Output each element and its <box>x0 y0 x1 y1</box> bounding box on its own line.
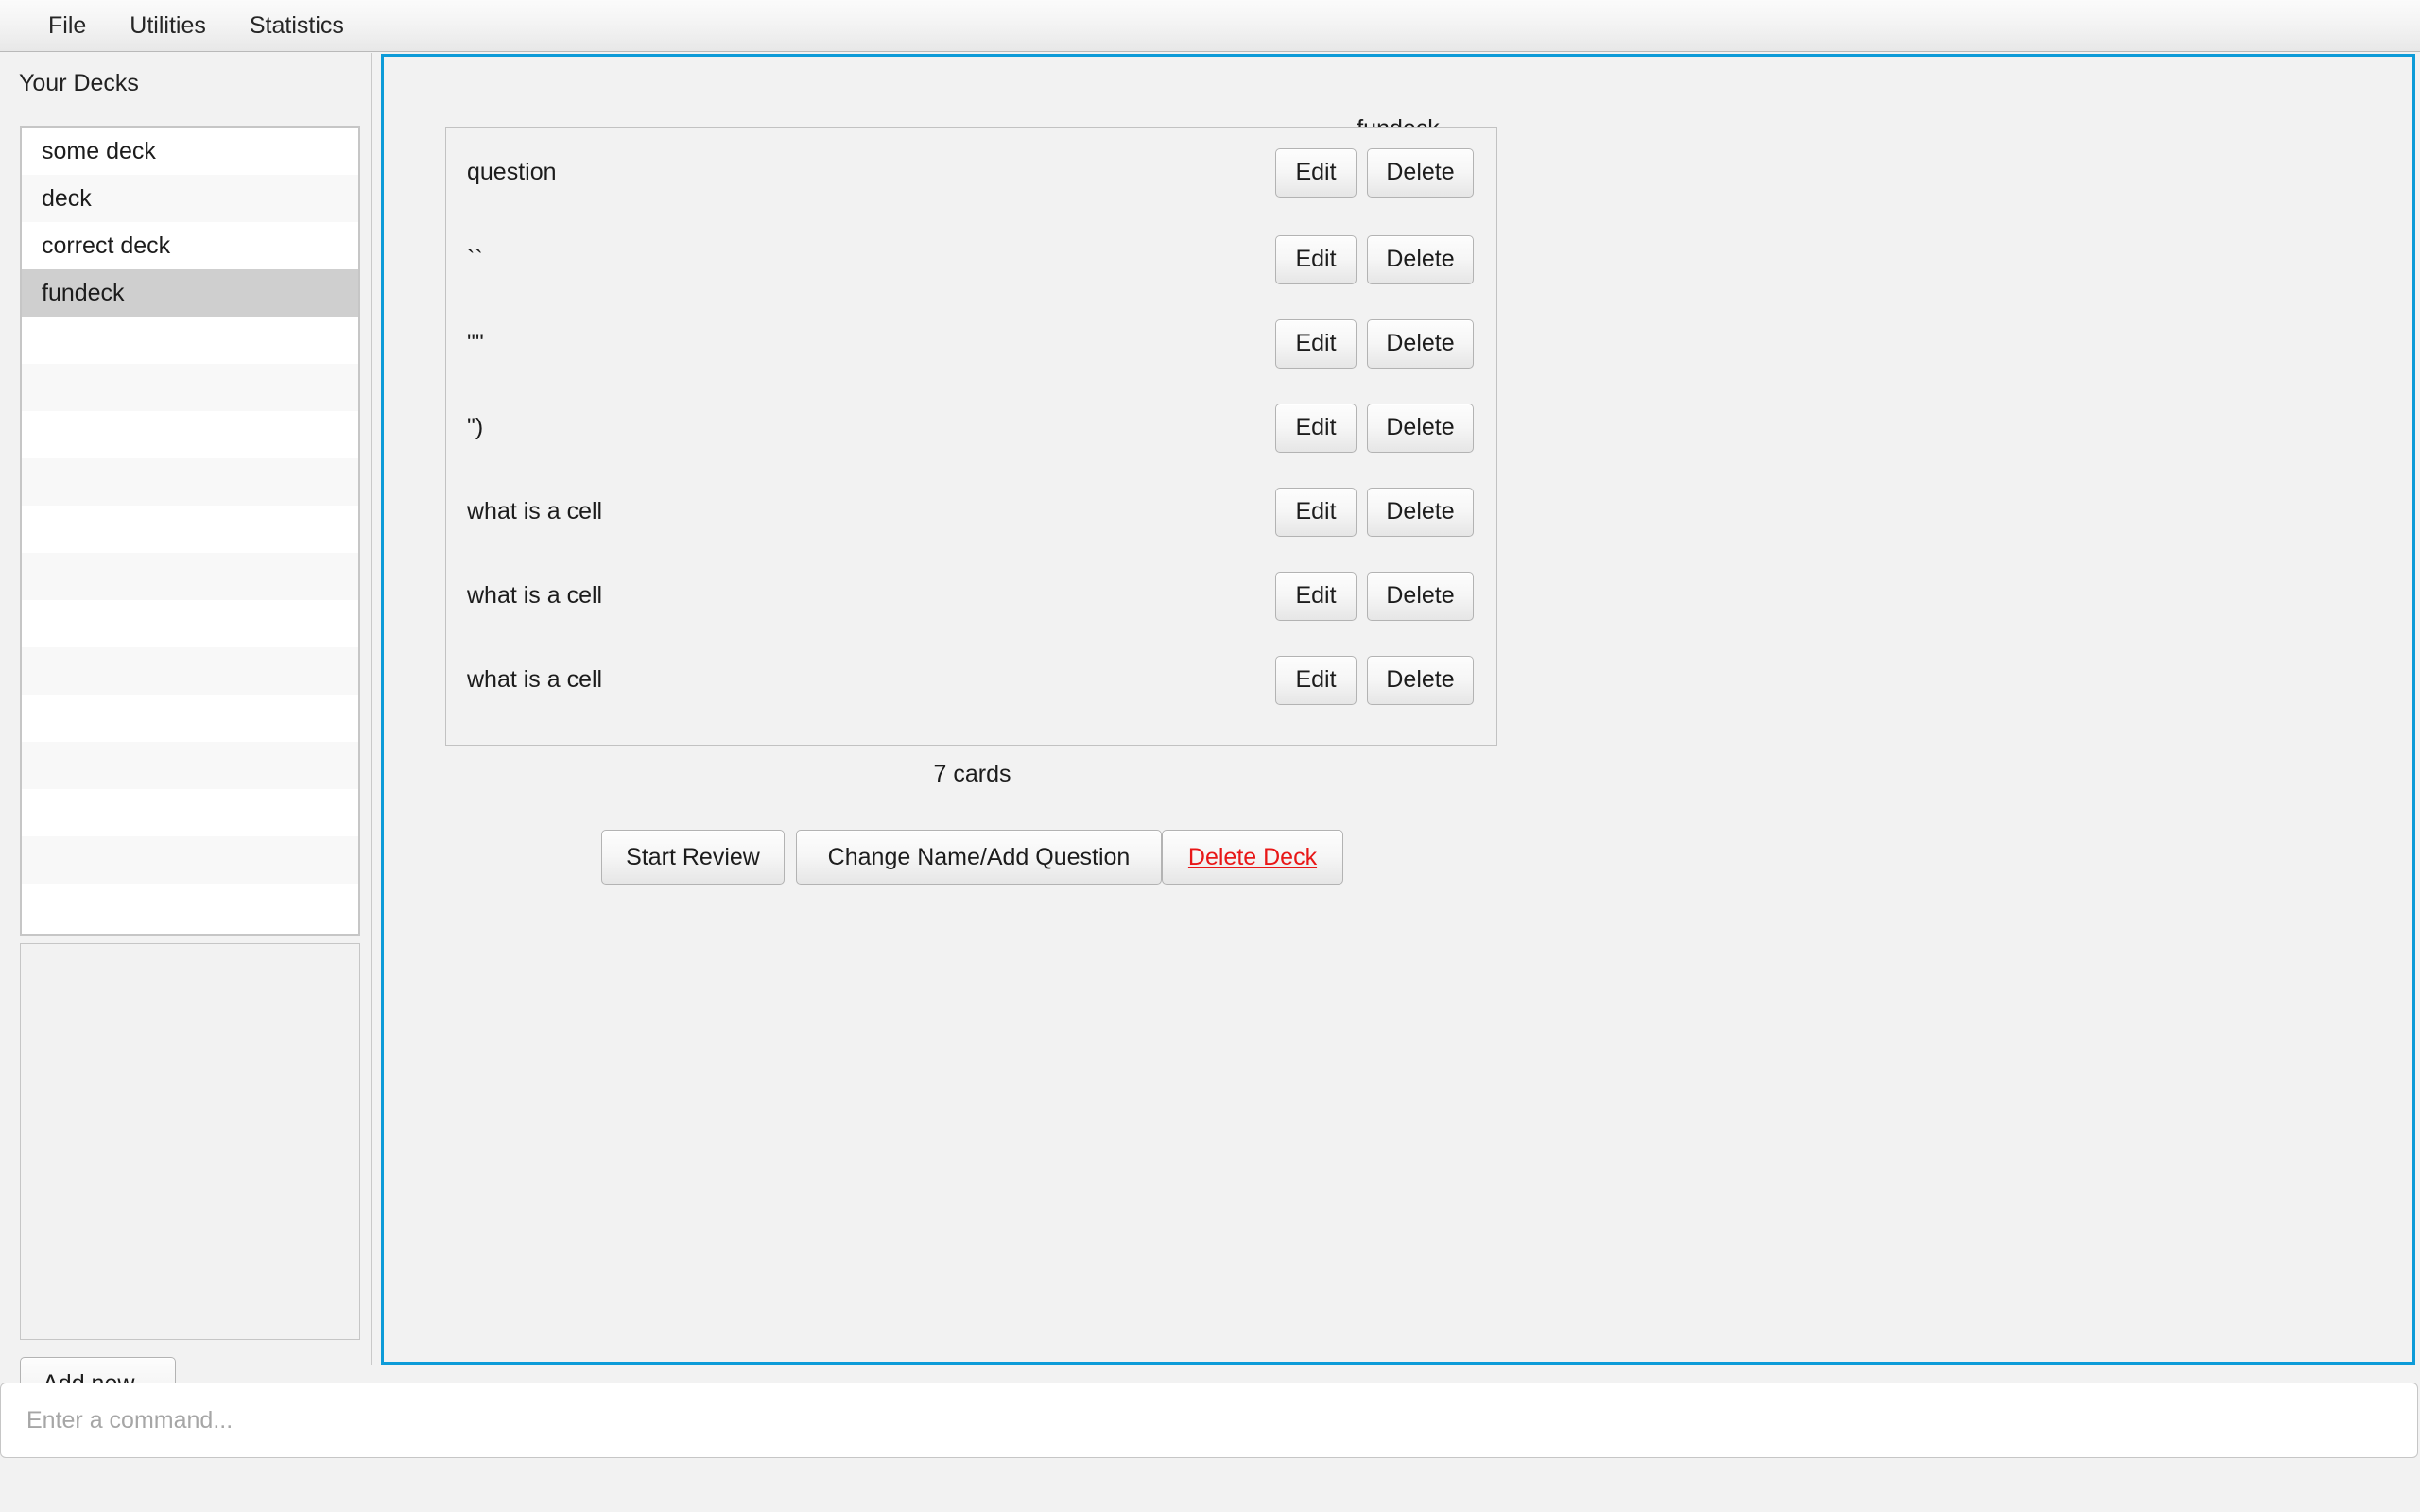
card-question: what is a cell <box>467 498 602 525</box>
delete-card-button[interactable]: Delete <box>1367 319 1474 369</box>
card-row: what is a cell Edit Delete <box>446 554 1496 638</box>
card-question: what is a cell <box>467 666 602 694</box>
deck-list-empty-row <box>22 364 358 411</box>
deck-list-empty-row <box>22 458 358 506</box>
delete-card-label: Delete <box>1386 498 1454 525</box>
card-actions: Edit Delete <box>1275 319 1474 369</box>
deck-list-empty-row <box>22 742 358 789</box>
sidebar-title: Your Decks <box>19 70 139 97</box>
card-row: what is a cell Edit Delete <box>446 638 1496 722</box>
delete-card-label: Delete <box>1386 666 1454 694</box>
edit-card-button[interactable]: Edit <box>1275 319 1357 369</box>
start-review-label: Start Review <box>626 844 760 871</box>
edit-card-label: Edit <box>1295 666 1336 694</box>
deck-detail-panel: fundeck question Edit Delete `` Edit <box>381 54 2415 1365</box>
deck-list-empty-row <box>22 647 358 695</box>
deck-list-empty-row <box>22 317 358 364</box>
card-actions: Edit Delete <box>1275 572 1474 621</box>
card-actions: Edit Delete <box>1275 656 1474 705</box>
change-name-add-question-button[interactable]: Change Name/Add Question <box>796 830 1162 885</box>
menu-bar: File Utilities Statistics <box>0 0 2420 52</box>
delete-card-button[interactable]: Delete <box>1367 656 1474 705</box>
sidebar: Your Decks some deck deck correct deck f… <box>0 53 372 1365</box>
deck-list-empty-row <box>22 695 358 742</box>
menu-file[interactable]: File <box>26 10 108 42</box>
change-name-add-question-label: Change Name/Add Question <box>828 844 1131 871</box>
card-actions: Edit Delete <box>1275 235 1474 284</box>
delete-card-button[interactable]: Delete <box>1367 572 1474 621</box>
delete-card-button[interactable]: Delete <box>1367 148 1474 198</box>
delete-card-button[interactable]: Delete <box>1367 488 1474 537</box>
delete-deck-button[interactable]: Delete Deck <box>1162 830 1343 885</box>
delete-card-label: Delete <box>1386 582 1454 610</box>
deck-list-empty-row <box>22 884 358 931</box>
card-question: ") <box>467 414 483 441</box>
edit-card-button[interactable]: Edit <box>1275 235 1357 284</box>
edit-card-label: Edit <box>1295 159 1336 186</box>
edit-card-label: Edit <box>1295 498 1336 525</box>
edit-card-label: Edit <box>1295 246 1336 273</box>
deck-list-item-deck[interactable]: deck <box>22 175 358 222</box>
card-question: `` <box>467 246 483 273</box>
card-list: question Edit Delete `` Edit <box>445 127 1497 746</box>
command-input[interactable] <box>1 1383 2417 1457</box>
card-row: `` Edit Delete <box>446 217 1496 301</box>
edit-card-button[interactable]: Edit <box>1275 404 1357 453</box>
deck-action-bar: Start Review Change Name/Add Question De… <box>384 830 1561 885</box>
card-actions: Edit Delete <box>1275 488 1474 537</box>
card-question: "" <box>467 330 484 357</box>
deck-list-empty-row <box>22 836 358 884</box>
edit-card-button[interactable]: Edit <box>1275 488 1357 537</box>
edit-card-label: Edit <box>1295 414 1336 441</box>
deck-list-empty-row <box>22 553 358 600</box>
edit-card-label: Edit <box>1295 582 1336 610</box>
edit-card-label: Edit <box>1295 330 1336 357</box>
delete-card-button[interactable]: Delete <box>1367 404 1474 453</box>
delete-card-label: Delete <box>1386 159 1454 186</box>
card-actions: Edit Delete <box>1275 404 1474 453</box>
deck-list-item-some-deck[interactable]: some deck <box>22 128 358 175</box>
deck-list-empty-row <box>22 789 358 836</box>
deck-list[interactable]: some deck deck correct deck fundeck <box>20 126 360 936</box>
card-question: question <box>467 159 557 186</box>
application-window: File Utilities Statistics Your Decks som… <box>0 0 2420 1512</box>
deck-list-item-correct-deck[interactable]: correct deck <box>22 222 358 269</box>
start-review-button[interactable]: Start Review <box>601 830 785 885</box>
edit-card-button[interactable]: Edit <box>1275 148 1357 198</box>
delete-card-button[interactable]: Delete <box>1367 235 1474 284</box>
menu-statistics[interactable]: Statistics <box>228 10 366 42</box>
card-row: question Edit Delete <box>446 128 1496 217</box>
deck-list-empty-row <box>22 600 358 647</box>
card-row: "" Edit Delete <box>446 301 1496 386</box>
deck-list-empty-row <box>22 506 358 553</box>
menu-utilities[interactable]: Utilities <box>108 10 228 42</box>
sidebar-detail-panel <box>20 943 360 1340</box>
delete-deck-label: Delete Deck <box>1188 844 1317 871</box>
edit-card-button[interactable]: Edit <box>1275 572 1357 621</box>
delete-card-label: Delete <box>1386 414 1454 441</box>
deck-list-empty-row <box>22 411 358 458</box>
edit-card-button[interactable]: Edit <box>1275 656 1357 705</box>
delete-card-label: Delete <box>1386 330 1454 357</box>
card-count-label: 7 cards <box>384 761 1561 788</box>
card-row: ") Edit Delete <box>446 386 1496 470</box>
deck-list-item-fundeck[interactable]: fundeck <box>22 269 358 317</box>
card-question: what is a cell <box>467 582 602 610</box>
card-actions: Edit Delete <box>1275 148 1474 198</box>
card-row: what is a cell Edit Delete <box>446 470 1496 554</box>
command-bar[interactable] <box>0 1383 2418 1458</box>
delete-card-label: Delete <box>1386 246 1454 273</box>
